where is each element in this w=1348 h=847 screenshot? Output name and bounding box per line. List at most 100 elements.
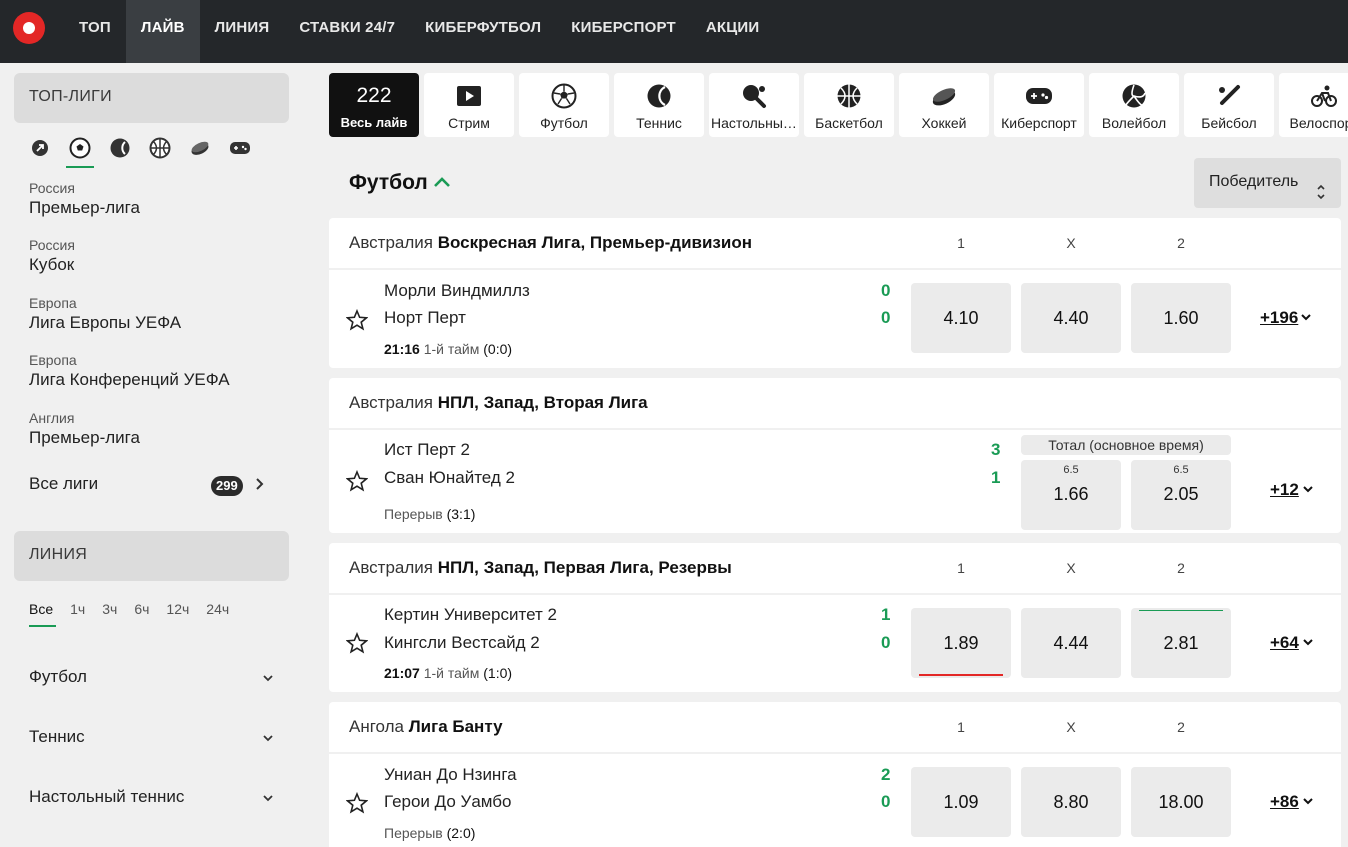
sidebar-league-item[interactable]: Россия Премьер-лига bbox=[29, 180, 140, 219]
odd-x[interactable]: 8.80 bbox=[1021, 767, 1121, 837]
sidebar-sport-icons bbox=[28, 136, 252, 168]
league-country: Англия bbox=[29, 410, 75, 426]
chevron-down-icon bbox=[262, 729, 274, 749]
all-leagues-link[interactable]: Все лиги 299 bbox=[29, 474, 274, 498]
event-period: Перерыв bbox=[384, 825, 443, 841]
sports-bar-volleyball[interactable]: Волейбол bbox=[1089, 73, 1179, 137]
event-row[interactable]: Ист Перт 2 Сван Юнайтед 2 3 1 Перерыв (3… bbox=[329, 430, 1341, 533]
event-row[interactable]: Униан До Нзинга Герои До Уамбо 2 0 Перер… bbox=[329, 754, 1341, 847]
more-markets-link[interactable]: +196 bbox=[1260, 308, 1311, 328]
line-header[interactable]: ЛИНИЯ bbox=[14, 531, 289, 581]
league-header[interactable]: Ангола Лига Банту 1 X 2 bbox=[329, 702, 1341, 752]
leagues-count-badge: 299 bbox=[211, 476, 243, 496]
more-markets-link[interactable]: +12 bbox=[1270, 480, 1313, 500]
sports-bar-cycling[interactable]: Велоспорт bbox=[1279, 73, 1348, 137]
league-name: Лига Европы УЕФА bbox=[29, 313, 182, 332]
gamepad-icon[interactable] bbox=[228, 136, 252, 160]
nav-live[interactable]: ЛАЙВ bbox=[125, 0, 200, 63]
star-icon[interactable] bbox=[345, 631, 369, 659]
time-tab-1h[interactable]: 1ч bbox=[70, 601, 85, 627]
event-partial-score: (0:0) bbox=[483, 341, 513, 357]
odd-1[interactable]: 1.09 bbox=[911, 767, 1011, 837]
time-tab-24h[interactable]: 24ч bbox=[206, 601, 229, 627]
football-icon[interactable] bbox=[66, 136, 94, 168]
event-row[interactable]: Морли Виндмиллз Норт Перт 0 0 21:16 1-й … bbox=[329, 270, 1341, 368]
odd-total-under[interactable]: 6.5 2.05 bbox=[1131, 460, 1231, 530]
event-time: 21:16 bbox=[384, 341, 420, 357]
odd-total-over[interactable]: 6.5 1.66 bbox=[1021, 460, 1121, 530]
sidebar-sport-tennis[interactable]: Теннис bbox=[29, 727, 274, 747]
star-icon[interactable] bbox=[345, 791, 369, 819]
team-away: Сван Юнайтед 2 bbox=[384, 468, 515, 487]
league-header[interactable]: Австралия НПЛ, Запад, Первая Лига, Резер… bbox=[329, 543, 1341, 593]
sidebar-league-item[interactable]: Россия Кубок bbox=[29, 237, 75, 276]
league-name: Премьер-лига bbox=[29, 198, 140, 217]
sports-bar-cybersport[interactable]: Киберспорт bbox=[994, 73, 1084, 137]
sports-bar: 222 Весь лайв Стрим Футбол Теннис Настол… bbox=[329, 73, 1348, 137]
nav-cyberfootball[interactable]: КИБЕРФУТБОЛ bbox=[410, 0, 556, 63]
odd-x[interactable]: 4.44 bbox=[1021, 608, 1121, 678]
nav-promotions[interactable]: АКЦИИ bbox=[691, 0, 775, 63]
section-title: Футбол bbox=[349, 171, 428, 194]
sidebar-league-item[interactable]: Европа Лига Конференций УЕФА bbox=[29, 352, 230, 391]
arrow-icon[interactable] bbox=[28, 136, 52, 160]
time-tab-3h[interactable]: 3ч bbox=[102, 601, 117, 627]
odd-x[interactable]: 4.40 bbox=[1021, 283, 1121, 353]
tennis-icon[interactable] bbox=[108, 136, 132, 160]
league-header[interactable]: Австралия Воскресная Лига, Премьер-дивиз… bbox=[329, 218, 1341, 268]
sidebar-sport-table-tennis[interactable]: Настольный теннис bbox=[29, 787, 274, 807]
odd-2[interactable]: 18.00 bbox=[1131, 767, 1231, 837]
sidebar-sport-football[interactable]: Футбол bbox=[29, 667, 274, 687]
odd-2[interactable]: 1.60 bbox=[1131, 283, 1231, 353]
basketball-icon[interactable] bbox=[148, 136, 172, 160]
sports-bar-football[interactable]: Футбол bbox=[519, 73, 609, 137]
score-away: 1 bbox=[991, 468, 1001, 487]
time-tab-12h[interactable]: 12ч bbox=[166, 601, 189, 627]
odd-1[interactable]: 1.89 bbox=[911, 608, 1011, 678]
league-country: Европа bbox=[29, 295, 77, 311]
time-tab-all[interactable]: Все bbox=[29, 601, 57, 627]
sports-bar-label: Хоккей bbox=[921, 115, 967, 131]
logo-icon[interactable] bbox=[13, 12, 45, 44]
nav-line[interactable]: ЛИНИЯ bbox=[200, 0, 285, 63]
top-leagues-header[interactable]: ТОП-ЛИГИ bbox=[14, 73, 289, 123]
col-header-1: 1 bbox=[957, 560, 965, 576]
table-tennis-icon bbox=[709, 83, 799, 109]
odd-2[interactable]: 2.81 bbox=[1131, 608, 1231, 678]
sports-bar-baseball[interactable]: Бейсбол bbox=[1184, 73, 1274, 137]
sports-bar-hockey[interactable]: Хоккей bbox=[899, 73, 989, 137]
sports-bar-stream[interactable]: Стрим bbox=[424, 73, 514, 137]
more-markets-count: +86 bbox=[1270, 792, 1299, 811]
sports-bar-tennis[interactable]: Теннис bbox=[614, 73, 704, 137]
league-name: Воскресная Лига, Премьер-дивизион bbox=[437, 233, 752, 252]
nav-cybersport[interactable]: КИБЕРСПОРТ bbox=[556, 0, 691, 63]
total-market-label: Тотал (основное время) bbox=[1021, 435, 1231, 455]
nav-bets-24-7[interactable]: СТАВКИ 24/7 bbox=[284, 0, 410, 63]
nav-top[interactable]: ТОП bbox=[64, 0, 126, 63]
chevron-up-icon[interactable] bbox=[433, 175, 451, 194]
sports-bar-table-tennis[interactable]: Настольный теннис bbox=[709, 73, 799, 137]
sports-bar-all-live[interactable]: 222 Весь лайв bbox=[329, 73, 419, 137]
more-markets-link[interactable]: +64 bbox=[1270, 633, 1313, 653]
league-header[interactable]: Австралия НПЛ, Запад, Вторая Лига bbox=[329, 378, 1341, 428]
sidebar-league-item[interactable]: Европа Лига Европы УЕФА bbox=[29, 295, 181, 334]
sidebar-league-item[interactable]: Англия Премьер-лига bbox=[29, 410, 140, 449]
odd-1[interactable]: 4.10 bbox=[911, 283, 1011, 353]
hockey-icon[interactable] bbox=[188, 136, 212, 160]
odd-value: 2.05 bbox=[1163, 484, 1199, 504]
all-leagues-label: Все лиги bbox=[29, 474, 99, 493]
time-tab-6h[interactable]: 6ч bbox=[134, 601, 149, 627]
football-icon bbox=[519, 83, 609, 109]
star-icon[interactable] bbox=[345, 308, 369, 336]
more-markets-link[interactable]: +86 bbox=[1270, 792, 1313, 812]
sports-bar-basketball[interactable]: Баскетбол bbox=[804, 73, 894, 137]
chevron-down-icon bbox=[1302, 633, 1314, 653]
score-away: 0 bbox=[881, 633, 891, 652]
team-home: Кертин Университет 2 bbox=[384, 605, 557, 624]
star-icon[interactable] bbox=[345, 469, 369, 497]
play-icon bbox=[424, 83, 514, 109]
chevron-down-icon bbox=[1300, 308, 1312, 328]
event-row[interactable]: Кертин Университет 2 Кингсли Вестсайд 2 … bbox=[329, 595, 1341, 692]
market-select-button[interactable]: Победитель bbox=[1194, 158, 1341, 208]
score-home: 2 bbox=[881, 765, 891, 784]
